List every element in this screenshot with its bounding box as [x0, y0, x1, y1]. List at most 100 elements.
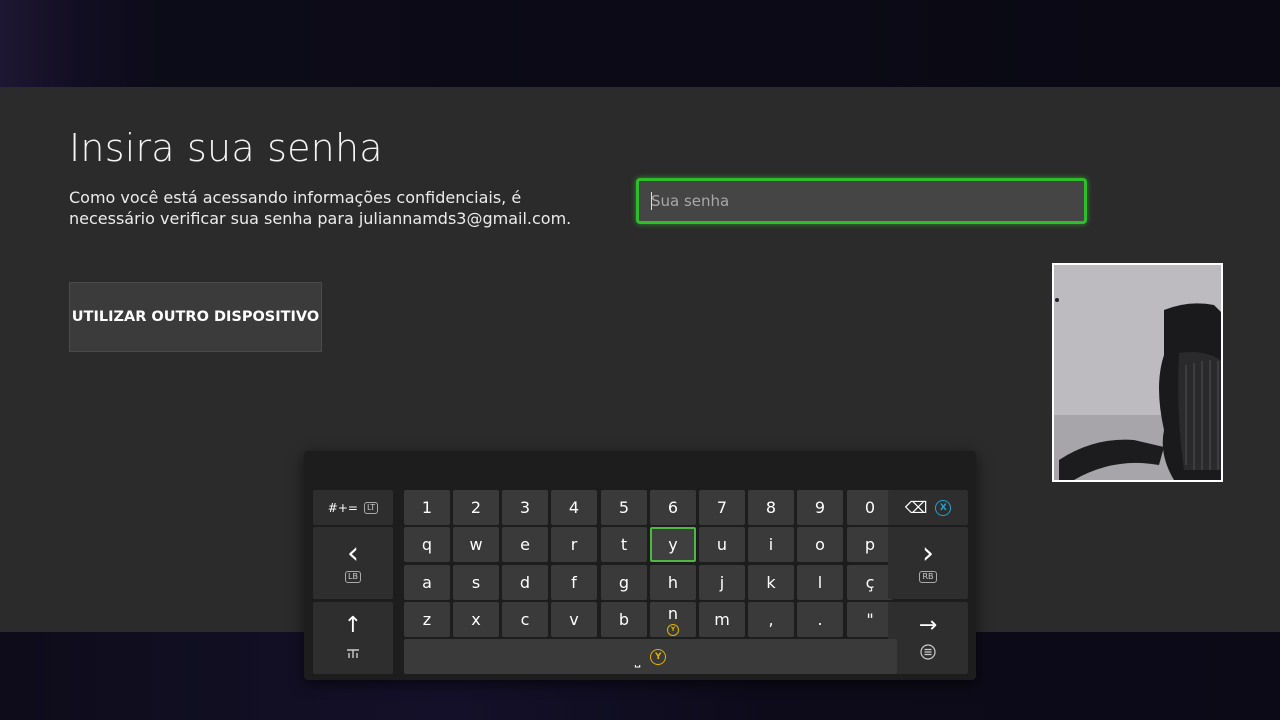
key-row3-2[interactable]: d	[502, 565, 548, 600]
y-button-icon: Y	[650, 648, 667, 665]
key-row1-0[interactable]: 1	[404, 490, 450, 525]
on-screen-keyboard: 1234567890qwertyuiopasdfghjklçzxcvbnYm,.…	[304, 451, 976, 680]
key-label: 3	[519, 498, 531, 517]
key-label: n	[667, 603, 679, 623]
key-label: p	[864, 535, 876, 554]
shift-arrow-icon: ↑	[343, 613, 363, 638]
key-row3-7[interactable]: k	[748, 565, 794, 600]
key-label: h	[667, 573, 679, 592]
key-label: i	[768, 535, 774, 554]
key-label: g	[618, 573, 630, 592]
top-background	[0, 0, 1280, 87]
key-row3-8[interactable]: l	[797, 565, 843, 600]
chair-silhouette-image	[1054, 265, 1221, 480]
key-label: x	[471, 610, 481, 629]
key-row1-6[interactable]: 7	[699, 490, 745, 525]
key-row1-4[interactable]: 5	[601, 490, 647, 525]
key-row2-3[interactable]: r	[551, 527, 597, 562]
key-label: m	[714, 610, 730, 629]
key-label: 6	[667, 498, 679, 517]
key-row4-2[interactable]: c	[502, 602, 548, 637]
key-label: ,	[768, 610, 774, 629]
key-row1-5[interactable]: 6	[650, 490, 696, 525]
key-row2-8[interactable]: o	[797, 527, 843, 562]
backspace-icon: ⌫	[904, 498, 928, 517]
left-stick-icon	[346, 644, 360, 663]
space-bar[interactable]: ⎵ Y	[404, 639, 897, 674]
symbols-key[interactable]: #+= LT	[313, 490, 393, 525]
key-row3-0[interactable]: a	[404, 565, 450, 600]
key-row3-5[interactable]: h	[650, 565, 696, 600]
chevron-left-icon: ‹	[347, 536, 359, 571]
shift-key[interactable]: ↑	[313, 602, 393, 674]
key-row3-9[interactable]: ç	[847, 565, 893, 600]
key-label: o	[815, 535, 825, 554]
key-label: .	[817, 610, 823, 629]
text-caret	[651, 192, 652, 210]
arrow-right-icon: →	[918, 612, 938, 638]
key-row1-3[interactable]: 4	[551, 490, 597, 525]
description-line-1: Como você está acessando informações con…	[69, 188, 522, 207]
key-row2-2[interactable]: e	[502, 527, 548, 562]
cursor-left-key[interactable]: ‹ LB	[313, 527, 393, 599]
key-row2-9[interactable]: p	[847, 527, 893, 562]
key-label: s	[471, 573, 481, 592]
key-row3-1[interactable]: s	[453, 565, 499, 600]
key-row2-4[interactable]: t	[601, 527, 647, 562]
cursor-right-key[interactable]: › RB	[888, 527, 968, 599]
key-row1-1[interactable]: 2	[453, 490, 499, 525]
key-label: t	[620, 535, 628, 554]
key-label: v	[569, 610, 579, 629]
chevron-right-icon: ›	[922, 536, 934, 571]
key-label: 1	[421, 498, 433, 517]
page-title: Insira sua senha	[69, 126, 383, 170]
key-row2-7[interactable]: i	[748, 527, 794, 562]
password-input[interactable]	[639, 181, 1084, 221]
key-row2-0[interactable]: q	[404, 527, 450, 562]
key-row1-7[interactable]: 8	[748, 490, 794, 525]
key-label: 9	[814, 498, 826, 517]
key-row4-6[interactable]: m	[699, 602, 745, 637]
key-label: 8	[765, 498, 777, 517]
key-row3-3[interactable]: f	[551, 565, 597, 600]
key-label: "	[866, 610, 874, 629]
lt-trigger-icon: LT	[363, 501, 379, 514]
key-label: y	[668, 535, 678, 554]
key-row2-5[interactable]: y	[650, 527, 696, 562]
key-row2-6[interactable]: u	[699, 527, 745, 562]
key-row3-4[interactable]: g	[601, 565, 647, 600]
key-label: u	[716, 535, 728, 554]
key-row4-9[interactable]: "	[847, 602, 893, 637]
key-label: c	[520, 610, 530, 629]
menu-button-icon	[920, 643, 936, 664]
key-label: 7	[716, 498, 728, 517]
key-row3-6[interactable]: j	[699, 565, 745, 600]
key-row4-4[interactable]: b	[601, 602, 647, 637]
password-field[interactable]	[636, 178, 1087, 224]
key-label: w	[469, 535, 483, 554]
key-row1-9[interactable]: 0	[847, 490, 893, 525]
enter-key[interactable]: →	[888, 602, 968, 674]
use-other-device-button[interactable]: UTILIZAR OUTRO DISPOSITIVO	[69, 282, 322, 352]
rb-bumper-icon: RB	[919, 571, 937, 583]
key-label: j	[719, 573, 725, 592]
description-line-2: necessário verificar sua senha para juli…	[69, 209, 572, 228]
key-row4-3[interactable]: v	[551, 602, 597, 637]
key-row2-1[interactable]: w	[453, 527, 499, 562]
key-label: 4	[568, 498, 580, 517]
key-row4-5[interactable]: nY	[650, 602, 696, 637]
key-row1-2[interactable]: 3	[502, 490, 548, 525]
key-label: b	[618, 610, 630, 629]
key-label: f	[571, 573, 577, 592]
key-label: l	[817, 573, 823, 592]
key-row1-8[interactable]: 9	[797, 490, 843, 525]
key-row4-0[interactable]: z	[404, 602, 450, 637]
key-label: 2	[470, 498, 482, 517]
y-button-icon: Y	[667, 623, 679, 636]
key-row4-7[interactable]: ,	[748, 602, 794, 637]
key-row4-8[interactable]: .	[797, 602, 843, 637]
camera-preview	[1052, 263, 1223, 482]
key-row4-1[interactable]: x	[453, 602, 499, 637]
backspace-key[interactable]: ⌫ X	[888, 490, 968, 525]
key-label: a	[422, 573, 432, 592]
